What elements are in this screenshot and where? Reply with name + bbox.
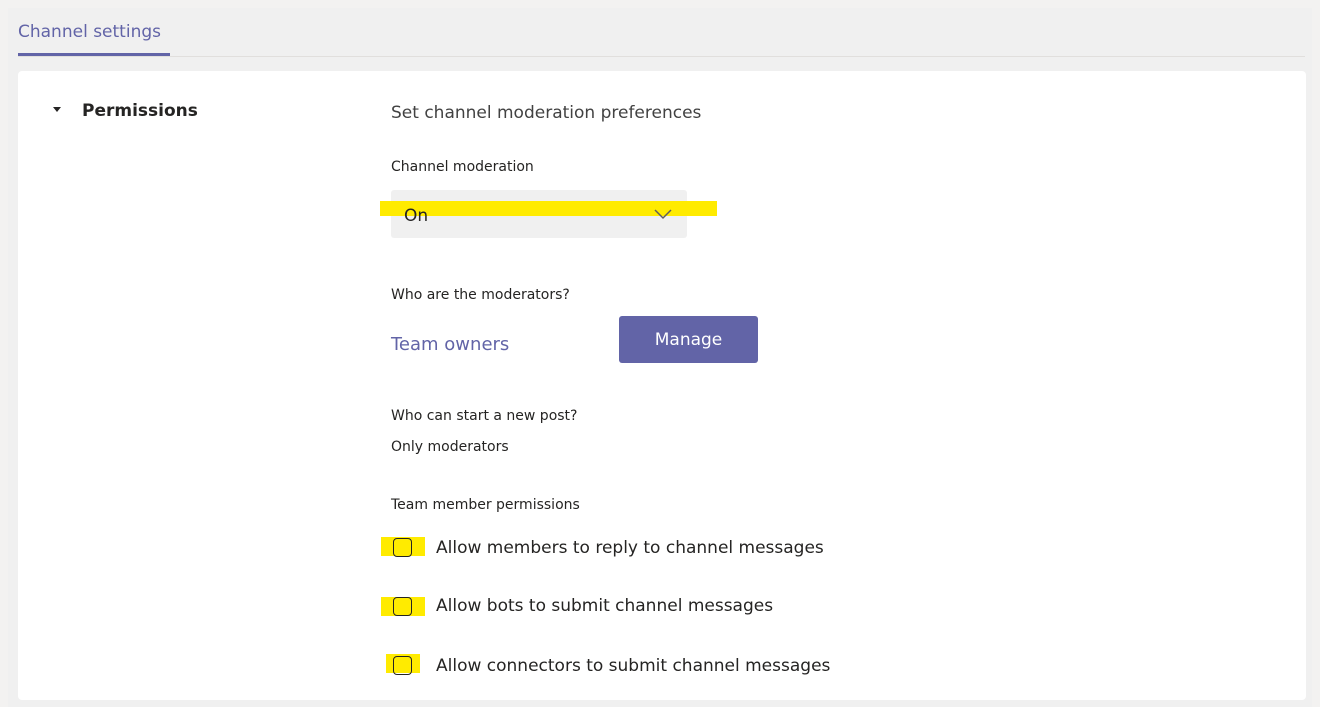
tab-divider — [18, 56, 1305, 57]
dropdown-selected-value: On — [404, 206, 429, 226]
member-permissions-label: Team member permissions — [391, 497, 580, 513]
moderators-label: Who are the moderators? — [391, 287, 570, 303]
team-owners-link[interactable]: Team owners — [391, 334, 509, 355]
manage-button[interactable]: Manage — [619, 316, 758, 363]
allow-connectors-label[interactable]: Allow connectors to submit channel messa… — [436, 656, 830, 676]
allow-bots-checkbox[interactable] — [393, 597, 412, 616]
allow-member-replies-checkbox[interactable] — [393, 538, 412, 557]
new-post-value: Only moderators — [391, 439, 509, 455]
tab-channel-settings[interactable]: Channel settings — [18, 22, 161, 42]
section-heading: Set channel moderation preferences — [391, 103, 702, 123]
allow-bots-label[interactable]: Allow bots to submit channel messages — [436, 596, 773, 616]
allow-member-replies-label[interactable]: Allow members to reply to channel messag… — [436, 538, 824, 558]
allow-connectors-checkbox[interactable] — [393, 656, 412, 675]
chevron-down-icon — [654, 209, 672, 220]
new-post-label: Who can start a new post? — [391, 408, 578, 424]
collapse-caret-icon[interactable] — [53, 107, 61, 112]
channel-moderation-label: Channel moderation — [391, 159, 534, 175]
section-title-permissions[interactable]: Permissions — [82, 101, 198, 121]
